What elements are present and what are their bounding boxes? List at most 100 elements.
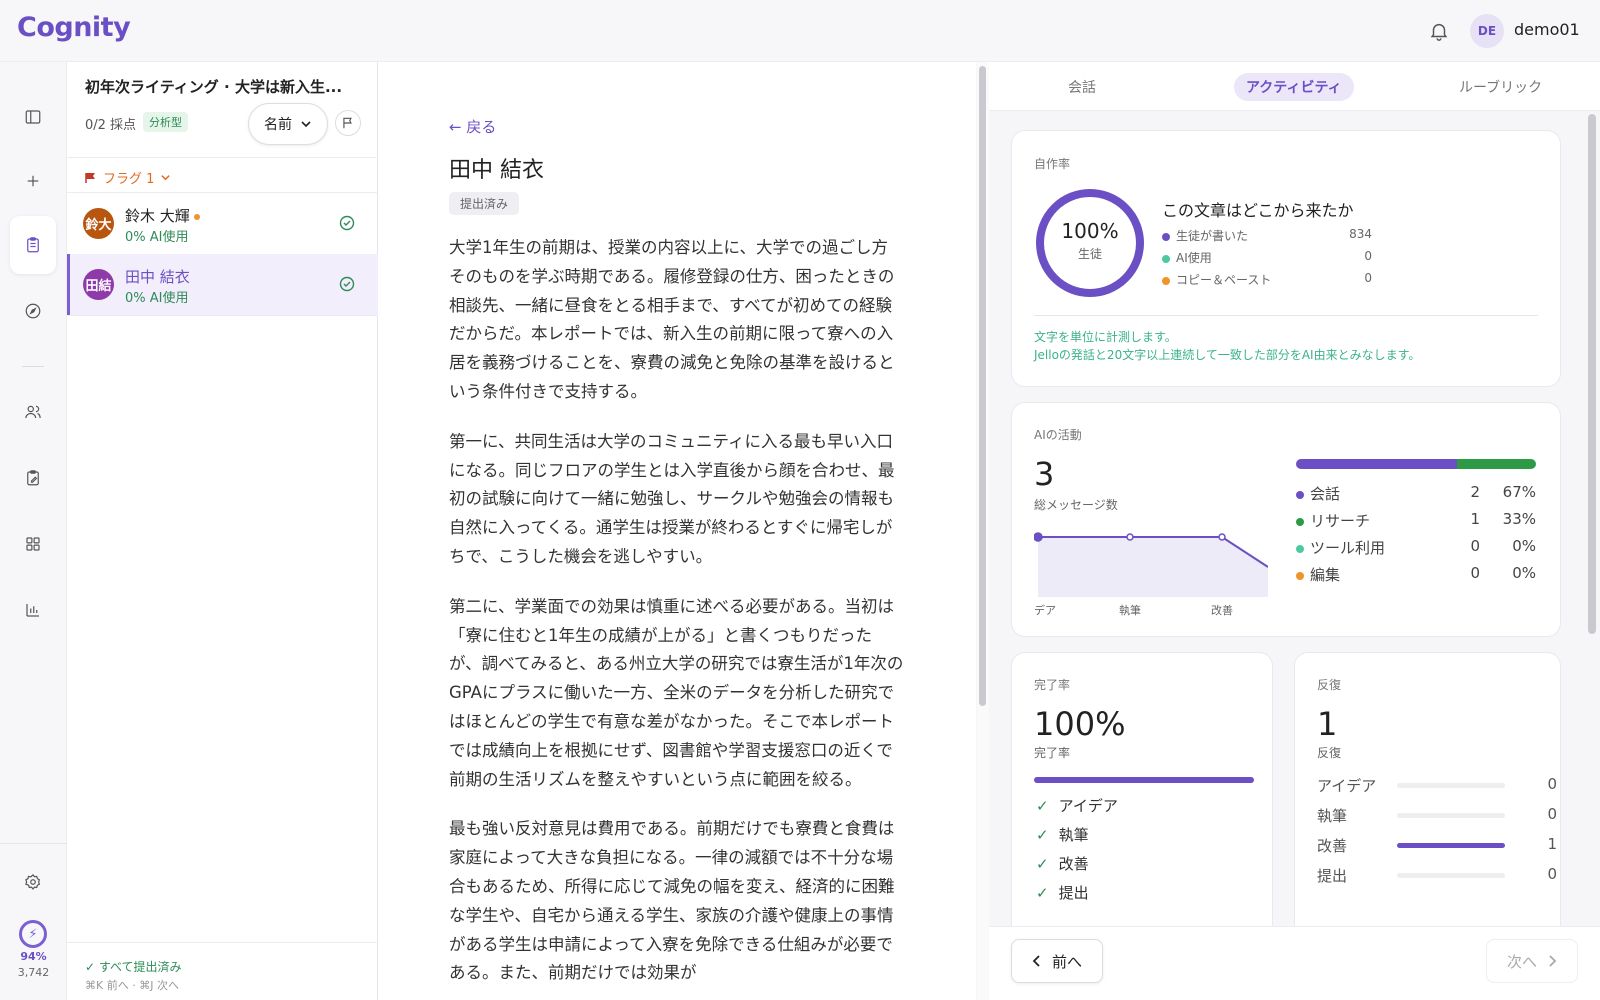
sort-label: 名前 bbox=[264, 117, 292, 133]
flag-filter[interactable]: フラグ 1 bbox=[85, 168, 171, 187]
authorship-card: 自作率 100% 生徒 この文章はどこから来たか 生徒が書いた 834 AI使用 0… bbox=[1011, 130, 1561, 387]
completion-sub: 完了率 bbox=[1034, 746, 1071, 760]
card-divider bbox=[1034, 315, 1538, 316]
bell-icon[interactable] bbox=[1428, 20, 1450, 42]
check-icon: ✓ bbox=[1036, 884, 1049, 902]
energy-bolt-icon[interactable]: ⚡ bbox=[19, 920, 47, 948]
rail-divider bbox=[22, 366, 44, 367]
previous-student-button[interactable]: 前へ bbox=[1011, 939, 1103, 983]
completion-step: ✓ 改善 bbox=[1036, 853, 1089, 874]
source-value: 834 bbox=[1349, 227, 1372, 241]
back-link[interactable]: ← 戻る bbox=[449, 116, 496, 137]
source-title: この文章はどこから来たか bbox=[1162, 201, 1354, 220]
chevron-down-icon bbox=[301, 121, 311, 128]
sort-dropdown[interactable]: 名前 bbox=[248, 103, 328, 145]
chart-area bbox=[1038, 537, 1268, 597]
step-label: 執筆 bbox=[1058, 826, 1089, 844]
tab-conversation[interactable]: 会話 bbox=[1056, 73, 1108, 101]
submission-status-badge: 提出済み bbox=[449, 192, 520, 215]
student-row-selected[interactable]: 田結 田中 結衣 0% AI使用 bbox=[67, 254, 378, 315]
step-label: 提出 bbox=[1058, 884, 1089, 902]
authorship-percent: 100% bbox=[1061, 219, 1119, 243]
compass-icon[interactable] bbox=[14, 292, 52, 330]
dot-icon bbox=[1296, 490, 1304, 499]
student-row[interactable]: 鈴大 鈴木 大輝 0% AI使用 bbox=[67, 193, 378, 254]
check-icon: ✓ bbox=[1036, 826, 1049, 844]
step-label: アイデア bbox=[1058, 797, 1118, 815]
activity-row: 編集 0 0% bbox=[1296, 564, 1536, 585]
essay-scrollbar[interactable] bbox=[977, 62, 989, 1000]
clipboard-edit-icon[interactable] bbox=[14, 459, 52, 497]
activity-percent: 0% bbox=[1512, 537, 1536, 555]
activity-percent: 0% bbox=[1512, 564, 1536, 582]
iteration-row: 提出 0 bbox=[1317, 865, 1557, 886]
essay-panel: ← 戻る 田中 結衣 提出済み 大学1年生の前期は、授業の内容以上に、大学での過… bbox=[378, 62, 976, 1000]
all-submitted-status: ✓ すべて提出済み bbox=[85, 960, 182, 974]
bar-chart-icon[interactable] bbox=[14, 591, 52, 629]
flag-icon bbox=[343, 117, 352, 129]
analysis-scrollbar[interactable] bbox=[1588, 114, 1596, 634]
activity-count: 1 bbox=[1470, 510, 1480, 528]
iteration-track bbox=[1397, 843, 1505, 848]
activity-name: リサーチ bbox=[1310, 512, 1371, 530]
completion-progress-fill bbox=[1034, 777, 1254, 783]
chart-tick-label: 改善 bbox=[1211, 603, 1233, 617]
settings-gear-icon[interactable] bbox=[14, 863, 52, 901]
essay-paragraph: 第二に、学業面での効果は慎重に述べる必要がある。当初は「寮に住むと1年生の成績が… bbox=[449, 596, 904, 789]
student-name-text: 鈴木 大輝 bbox=[125, 207, 190, 225]
app-logo[interactable]: Cognity bbox=[17, 12, 131, 43]
stacked-bar-segment bbox=[1296, 459, 1457, 469]
source-row: コピー＆ペースト 0 bbox=[1162, 271, 1372, 288]
essay-paragraph: 第一に、共同生活は大学のコミュニティに入る最も早い入口になる。同じフロアの学生と… bbox=[449, 431, 895, 566]
source-value: 0 bbox=[1364, 249, 1372, 263]
activity-name: 会話 bbox=[1310, 485, 1341, 503]
tab-activity[interactable]: アクティビティ bbox=[1234, 73, 1354, 101]
grid-icon[interactable] bbox=[14, 525, 52, 563]
iteration-step-value: 0 bbox=[1547, 865, 1557, 883]
sidebar-toggle-icon[interactable] bbox=[14, 98, 52, 136]
student-avatar: 鈴大 bbox=[83, 208, 114, 239]
dot-icon bbox=[1296, 517, 1304, 526]
iteration-card: 反復 1 反復 アイデア 0 執筆 0 改善 1 提出 0 bbox=[1294, 652, 1561, 942]
chart-tick-label: 執筆 bbox=[1119, 603, 1141, 617]
analysis-panel: 会話 アクティビティ ルーブリック 自作率 100% 生徒 この文章はどこから来… bbox=[989, 62, 1600, 1000]
chart-tick-label: デア bbox=[1034, 603, 1056, 617]
plus-icon[interactable] bbox=[14, 162, 52, 200]
essay-body: 大学1年生の前期は、授業の内容以上に、大学での過ごし方そのものを学ぶ時期である。… bbox=[449, 234, 904, 1000]
activity-name: ツール利用 bbox=[1310, 539, 1386, 557]
iteration-row: 執筆 0 bbox=[1317, 805, 1557, 826]
authorship-label: 自作率 bbox=[1034, 157, 1071, 171]
ai-activity-label: AIの活動 bbox=[1034, 428, 1082, 442]
analysis-tabs: 会話 アクティビティ ルーブリック bbox=[989, 62, 1600, 111]
measure-note: 文字を単位に計測します。 bbox=[1034, 330, 1177, 344]
user-avatar[interactable]: DE bbox=[1470, 14, 1504, 48]
activity-percent: 33% bbox=[1502, 510, 1536, 528]
check-icon: ✓ bbox=[1036, 855, 1049, 873]
tab-rubric[interactable]: ルーブリック bbox=[1447, 73, 1554, 101]
completion-value: 100% bbox=[1034, 705, 1126, 743]
dot-icon bbox=[1162, 232, 1170, 241]
flag-toggle-button[interactable] bbox=[335, 110, 361, 136]
list-footer: ✓ すべて提出済み ⌘K 前へ · ⌘J 次へ bbox=[67, 942, 378, 1000]
flag-filter-label: フラグ 1 bbox=[103, 172, 155, 187]
completion-step: ✓ アイデア bbox=[1036, 795, 1118, 816]
student-name: 田中 結衣 bbox=[125, 268, 190, 286]
completion-progress-bar bbox=[1034, 777, 1254, 783]
essay-scrollbar-thumb[interactable] bbox=[979, 66, 986, 706]
rubric-type-badge: 分析型 bbox=[143, 112, 188, 132]
activity-count: 0 bbox=[1470, 537, 1480, 555]
flag-red-icon bbox=[85, 172, 95, 183]
ai-activity-card: AIの活動 3 総メッセージ数 デア 執筆 改善 会話 2 67% リサーチ 1 33% ツ… bbox=[1011, 402, 1561, 637]
iteration-row: 改善 1 bbox=[1317, 835, 1557, 856]
dot-icon bbox=[1162, 254, 1170, 263]
stacked-bar-segment bbox=[1456, 459, 1536, 469]
ai-detection-note: Jelloの発話と20文字以上連続して一致した部分をAI由来とみなします。 bbox=[1034, 348, 1421, 362]
assignments-icon[interactable] bbox=[10, 216, 56, 274]
next-student-button[interactable]: 次へ bbox=[1486, 939, 1578, 983]
graded-count: 0/2 採点 bbox=[85, 118, 137, 133]
user-name[interactable]: demo01 bbox=[1514, 20, 1580, 39]
activity-row: ツール利用 0 0% bbox=[1296, 537, 1536, 558]
users-icon[interactable] bbox=[14, 393, 52, 431]
iteration-track bbox=[1397, 783, 1505, 788]
authorship-percent-sub: 生徒 bbox=[1077, 247, 1102, 261]
